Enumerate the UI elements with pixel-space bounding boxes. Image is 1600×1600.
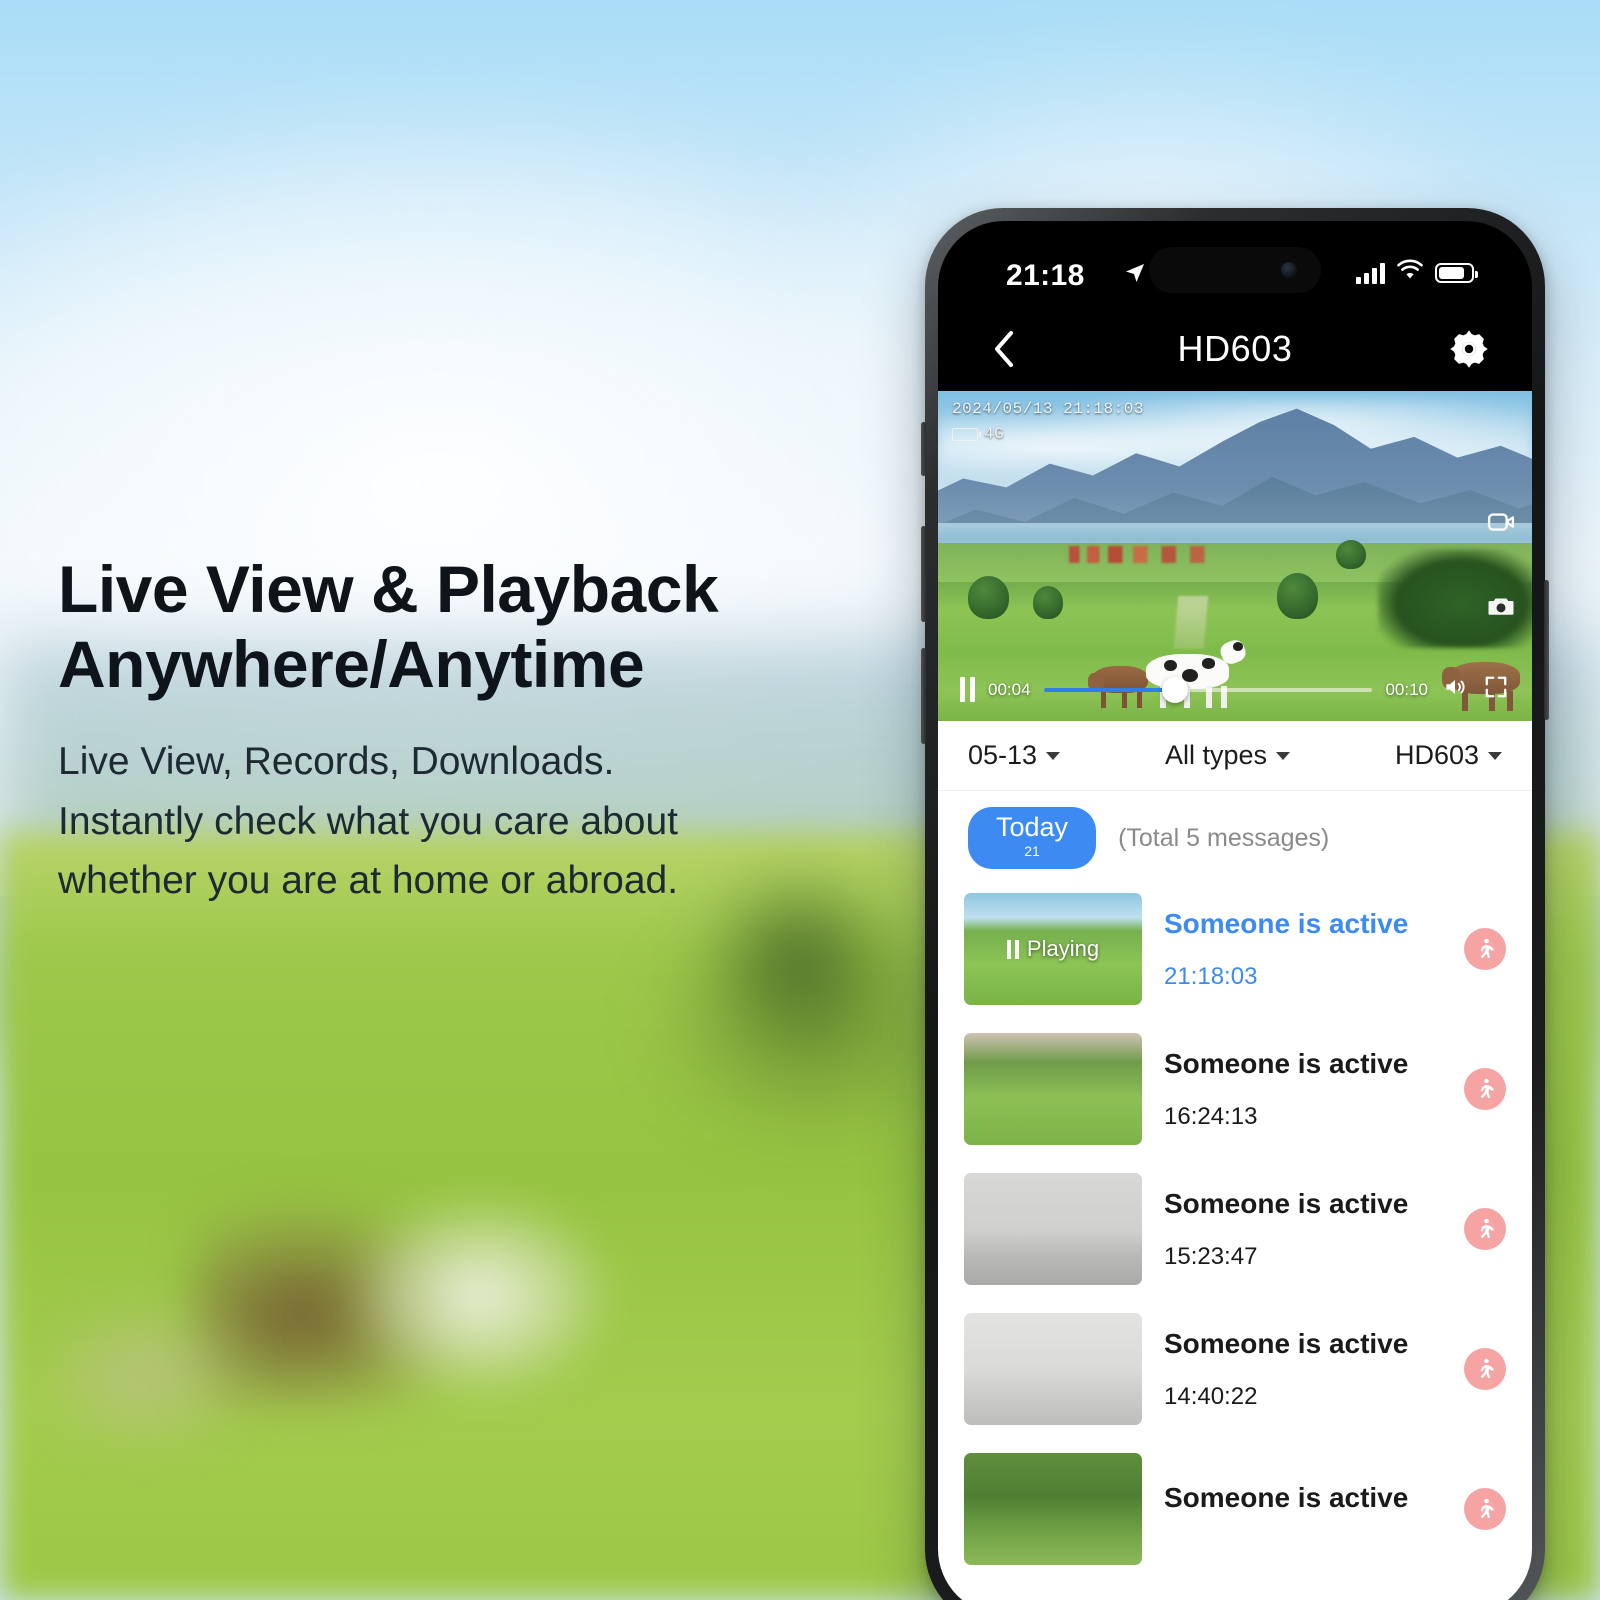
- list-item[interactable]: Someone is active 15:23:47: [964, 1159, 1506, 1299]
- phone-screen: 21:18 HD603 2024/05/13 21:18:03 4G 00:04…: [938, 221, 1532, 1600]
- status-time: 21:18: [1006, 259, 1085, 292]
- message-thumbnail[interactable]: [964, 1453, 1142, 1565]
- front-camera: [1281, 262, 1297, 278]
- back-button[interactable]: [982, 327, 1026, 371]
- video-progress-handle[interactable]: [1162, 676, 1189, 703]
- subcopy-line-2: Instantly check what you care about: [58, 799, 679, 843]
- message-panel: 05-13 All types HD603 Today 21 (Total 5 …: [938, 721, 1532, 1600]
- background-cow-far: [32, 1296, 256, 1456]
- motion-person-icon: [1464, 1488, 1506, 1530]
- list-item[interactable]: Someone is active 16:24:13: [964, 1019, 1506, 1159]
- message-thumbnail[interactable]: Playing: [964, 893, 1142, 1005]
- live-video-player[interactable]: 2024/05/13 21:18:03 4G 00:04 00:10: [938, 391, 1532, 721]
- video-record-icon[interactable]: [1486, 507, 1516, 542]
- battery-icon: [1435, 262, 1478, 283]
- date-filter-label: 05-13: [968, 740, 1038, 770]
- today-badge[interactable]: Today 21: [968, 807, 1097, 869]
- message-thumbnail[interactable]: [964, 1173, 1142, 1285]
- type-filter-label: All types: [1164, 740, 1268, 770]
- message-text: Someone is active 14:40:22: [1164, 1327, 1442, 1411]
- video-tree-1: [967, 575, 1010, 619]
- message-text: Someone is active: [1164, 1481, 1442, 1537]
- fullscreen-icon[interactable]: [1482, 674, 1510, 705]
- total-messages-label: (Total 5 messages): [1118, 823, 1330, 852]
- video-duration: 00:10: [1385, 679, 1428, 699]
- message-title: Someone is active: [1164, 908, 1409, 940]
- video-controls: 00:04 00:10: [938, 674, 1532, 705]
- page-subtitle: Live View, Records, Downloads. Instantly…: [58, 732, 898, 910]
- pause-icon: [1006, 939, 1019, 959]
- video-timestamp-overlay: 2024/05/13 21:18:03 4G: [952, 399, 1144, 445]
- subcopy-line-1: Live View, Records, Downloads.: [58, 740, 615, 784]
- message-time: 21:18:03: [1164, 962, 1258, 990]
- message-text: Someone is active 16:24:13: [1164, 1047, 1442, 1131]
- volume-up-button[interactable]: [921, 526, 926, 622]
- filter-bar: 05-13 All types HD603: [938, 721, 1532, 791]
- playing-overlay: Playing: [964, 893, 1142, 1005]
- playing-label: Playing: [1026, 936, 1100, 961]
- power-button[interactable]: [1544, 580, 1549, 720]
- app-navigation-bar: HD603: [938, 307, 1532, 391]
- marketing-copy: Live View & Playback Anywhere/Anytime Li…: [58, 552, 898, 910]
- message-time: 14:40:22: [1164, 1382, 1258, 1410]
- video-tree-2: [1033, 585, 1063, 619]
- volume-down-button[interactable]: [921, 648, 926, 744]
- message-time: 15:23:47: [1164, 1242, 1258, 1270]
- message-title: Someone is active: [1164, 1328, 1409, 1360]
- message-text: Someone is active 15:23:47: [1164, 1187, 1442, 1271]
- video-progress-fill: [1043, 687, 1176, 692]
- chevron-down-icon: [1276, 751, 1291, 760]
- video-tree-3: [1276, 572, 1319, 619]
- motion-person-icon: [1464, 1068, 1506, 1110]
- signal-bars-icon: [1356, 262, 1385, 284]
- message-thumbnail[interactable]: [964, 1313, 1142, 1425]
- chevron-down-icon: [1488, 751, 1502, 760]
- phone-mockup: 21:18 HD603 2024/05/13 21:18:03 4G 00:04…: [921, 208, 1549, 1600]
- today-badge-day: 21: [1024, 843, 1040, 859]
- video-elapsed-time: 00:04: [988, 679, 1031, 699]
- pause-icon[interactable]: [960, 677, 975, 702]
- headline-line-1: Live View & Playback: [58, 552, 719, 626]
- message-title: Someone is active: [1164, 1188, 1409, 1220]
- message-time: 16:24:13: [1164, 1102, 1258, 1130]
- video-tree-4: [1335, 539, 1366, 570]
- camera-icon[interactable]: [1486, 591, 1516, 626]
- list-item[interactable]: Playing Someone is active 21:18:03: [964, 879, 1506, 1019]
- wifi-icon: [1396, 259, 1424, 286]
- mute-switch[interactable]: [921, 422, 926, 476]
- device-filter-label: HD603: [1394, 740, 1479, 770]
- chevron-down-icon: [1046, 751, 1061, 760]
- message-title: Someone is active: [1164, 1048, 1409, 1080]
- location-arrow-icon: [1123, 261, 1147, 290]
- volume-icon[interactable]: [1441, 674, 1469, 705]
- message-thumbnail[interactable]: [964, 1033, 1142, 1145]
- video-progress-slider[interactable]: [1043, 676, 1373, 703]
- video-village: [1068, 546, 1247, 563]
- message-text: Someone is active 21:18:03: [1164, 907, 1442, 991]
- today-badge-label: Today: [996, 812, 1069, 842]
- status-indicators: [1356, 259, 1478, 286]
- device-filter[interactable]: HD603: [1395, 740, 1502, 771]
- device-title: HD603: [1177, 328, 1293, 369]
- motion-person-icon: [1464, 928, 1506, 970]
- video-network-label: 4G: [984, 424, 1005, 443]
- motion-person-icon: [1464, 1208, 1506, 1250]
- list-item[interactable]: Someone is active: [964, 1439, 1506, 1579]
- motion-person-icon: [1464, 1348, 1506, 1390]
- headline-line-2: Anywhere/Anytime: [58, 627, 645, 702]
- message-list: Playing Someone is active 21:18:03 Someo…: [938, 879, 1532, 1579]
- date-filter[interactable]: 05-13: [968, 740, 1061, 771]
- background-cow-white: [352, 1200, 608, 1392]
- subcopy-line-3: whether you are at home or abroad.: [58, 859, 679, 902]
- type-filter[interactable]: All types: [1060, 740, 1395, 771]
- video-status-overlay: 4G: [952, 424, 1144, 446]
- message-title: Someone is active: [1164, 1482, 1409, 1514]
- battery-icon: [952, 427, 981, 441]
- list-item[interactable]: Someone is active 14:40:22: [964, 1299, 1506, 1439]
- video-timestamp: 2024/05/13 21:18:03: [952, 400, 1144, 418]
- status-bar: 21:18: [938, 221, 1532, 307]
- page-title: Live View & Playback Anywhere/Anytime: [58, 552, 898, 702]
- gear-icon[interactable]: [1446, 326, 1492, 372]
- today-section-header: Today 21 (Total 5 messages): [938, 791, 1532, 879]
